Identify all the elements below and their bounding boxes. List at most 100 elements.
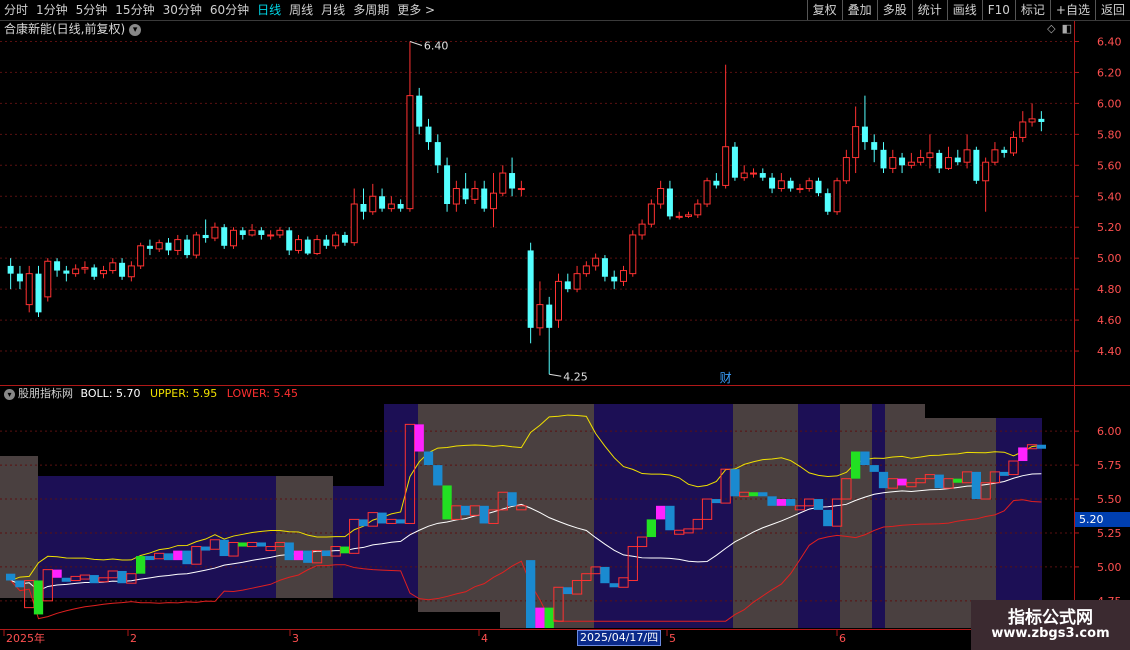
candle bbox=[842, 149, 850, 184]
candle bbox=[592, 253, 600, 271]
candle-body bbox=[601, 258, 608, 277]
candle-body bbox=[880, 149, 887, 169]
candle-body bbox=[536, 304, 544, 329]
candle-body bbox=[592, 257, 600, 267]
candle-body bbox=[973, 149, 980, 181]
candle bbox=[973, 146, 980, 184]
close-block bbox=[999, 471, 1009, 476]
candle bbox=[286, 227, 293, 256]
candle-body bbox=[397, 204, 404, 209]
date-label: 2 bbox=[130, 632, 137, 645]
close-block bbox=[461, 505, 471, 516]
close-block bbox=[284, 542, 294, 561]
close-block bbox=[6, 573, 16, 581]
candle bbox=[546, 296, 553, 375]
band-zone bbox=[38, 476, 276, 598]
close-block bbox=[1018, 447, 1028, 462]
close-block bbox=[535, 607, 545, 628]
candle-body bbox=[675, 215, 683, 218]
kline-chart[interactable]: 6.40 6.20 6.00 5.80 5.60 5.40 5.20 5.00 4.80 4.60… bbox=[0, 0, 1130, 650]
candle-body bbox=[471, 188, 479, 200]
candle bbox=[490, 173, 497, 228]
close-block bbox=[971, 471, 981, 500]
candle bbox=[750, 168, 757, 178]
close-block bbox=[145, 556, 155, 561]
candle bbox=[258, 227, 265, 240]
candle-body bbox=[573, 273, 581, 290]
close-block bbox=[201, 546, 211, 551]
price-label: 5.60 bbox=[1097, 159, 1122, 172]
candle bbox=[787, 177, 794, 192]
close-block bbox=[507, 492, 517, 506]
candle-body bbox=[517, 188, 525, 191]
date-label: 4 bbox=[481, 632, 488, 645]
candle bbox=[759, 168, 766, 181]
candle bbox=[796, 183, 804, 194]
candle-body bbox=[527, 250, 534, 328]
candle-body bbox=[276, 229, 284, 236]
candle-body bbox=[713, 180, 720, 186]
candle bbox=[452, 180, 460, 212]
candle-body bbox=[146, 245, 153, 249]
candle bbox=[1028, 103, 1036, 127]
candle bbox=[416, 87, 423, 135]
candle-body bbox=[119, 262, 126, 277]
candle-body bbox=[16, 273, 23, 282]
candle-body bbox=[174, 239, 182, 251]
candle bbox=[517, 180, 525, 197]
candle bbox=[323, 234, 330, 249]
candle-body bbox=[647, 203, 655, 225]
candle-body bbox=[796, 188, 804, 191]
candle bbox=[462, 173, 469, 204]
finance-marker: 财 bbox=[720, 371, 732, 385]
band-zone bbox=[885, 404, 925, 628]
price-label: 5.20 bbox=[1097, 221, 1122, 234]
close-block bbox=[953, 478, 963, 483]
candle bbox=[647, 199, 655, 228]
candle bbox=[852, 106, 860, 174]
close-block bbox=[136, 556, 146, 574]
close-block bbox=[182, 550, 192, 565]
candle-body bbox=[1010, 136, 1017, 154]
candle-body bbox=[899, 157, 906, 166]
candle-body bbox=[852, 126, 860, 159]
candle-body bbox=[991, 149, 999, 163]
candle bbox=[611, 270, 618, 290]
candle bbox=[248, 224, 256, 237]
close-block bbox=[33, 580, 44, 615]
candle bbox=[379, 188, 386, 212]
boll-value: BOLL: 5.70 bbox=[80, 387, 141, 400]
candle-body bbox=[304, 239, 311, 254]
candle-body bbox=[546, 304, 553, 328]
candle-body bbox=[248, 229, 256, 236]
candle bbox=[740, 165, 748, 181]
candle-body bbox=[963, 149, 971, 163]
close-block bbox=[563, 587, 573, 595]
candle bbox=[397, 199, 404, 212]
candle bbox=[109, 258, 117, 274]
close-block bbox=[646, 519, 656, 538]
candle-body bbox=[332, 234, 340, 247]
candle bbox=[815, 177, 822, 197]
candle-body bbox=[211, 226, 219, 239]
chevron-down-icon[interactable]: ▾ bbox=[4, 388, 15, 400]
close-block bbox=[61, 577, 71, 582]
close-block bbox=[851, 451, 861, 479]
band-zone bbox=[384, 404, 418, 598]
candle-body bbox=[100, 270, 107, 275]
close-block bbox=[52, 569, 62, 578]
candle-body bbox=[917, 157, 925, 163]
candle bbox=[499, 165, 507, 197]
candle bbox=[936, 149, 943, 174]
candle-body bbox=[239, 230, 246, 235]
close-block bbox=[813, 499, 824, 510]
candle bbox=[713, 173, 720, 189]
candle-body bbox=[740, 172, 748, 179]
candle-body bbox=[444, 165, 451, 204]
candle bbox=[184, 234, 191, 259]
candle bbox=[91, 264, 98, 280]
candle-body bbox=[685, 214, 692, 217]
candle bbox=[211, 222, 219, 242]
close-block bbox=[897, 478, 907, 486]
high-price-label: 6.40 bbox=[424, 39, 449, 52]
